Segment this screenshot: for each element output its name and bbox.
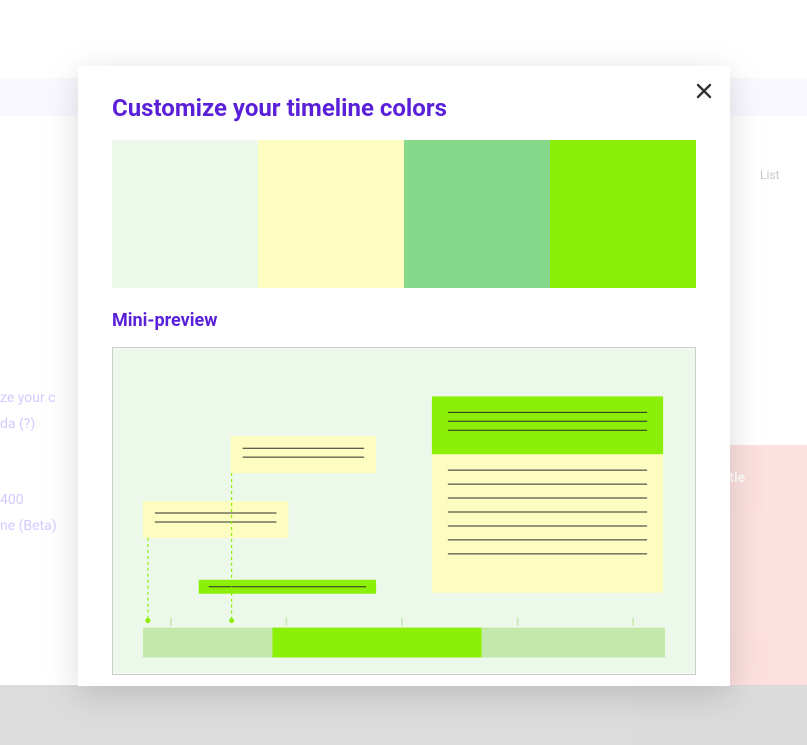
bg-left-item: ne (Beta) xyxy=(0,518,80,534)
bg-left-item: ze your c xyxy=(0,390,80,406)
preview-heading: Mini-preview xyxy=(112,310,696,331)
color-swatch-3[interactable] xyxy=(550,140,696,288)
color-swatch-0[interactable] xyxy=(112,140,258,288)
preview-canvas xyxy=(113,348,695,674)
close-icon xyxy=(696,83,712,102)
bg-left-item: da (?) xyxy=(0,416,80,432)
modal-title: Customize your timeline colors xyxy=(112,94,696,122)
bg-left-item: 400 xyxy=(0,492,80,508)
color-swatch-1[interactable] xyxy=(258,140,404,288)
customize-colors-modal: Customize your timeline colors Mini-prev… xyxy=(78,66,730,686)
close-button[interactable] xyxy=(692,80,716,104)
bg-list-label: List xyxy=(760,168,780,182)
mini-preview xyxy=(112,347,696,675)
color-swatch-row xyxy=(112,140,696,288)
color-swatch-2[interactable] xyxy=(404,140,550,288)
